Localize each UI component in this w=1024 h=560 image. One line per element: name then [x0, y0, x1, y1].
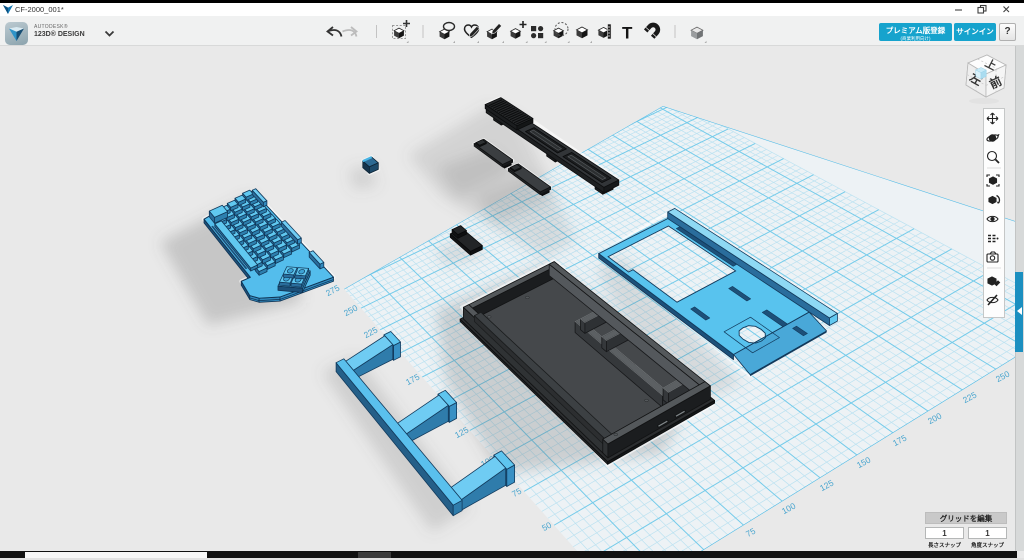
svg-text:T: T — [622, 24, 633, 43]
